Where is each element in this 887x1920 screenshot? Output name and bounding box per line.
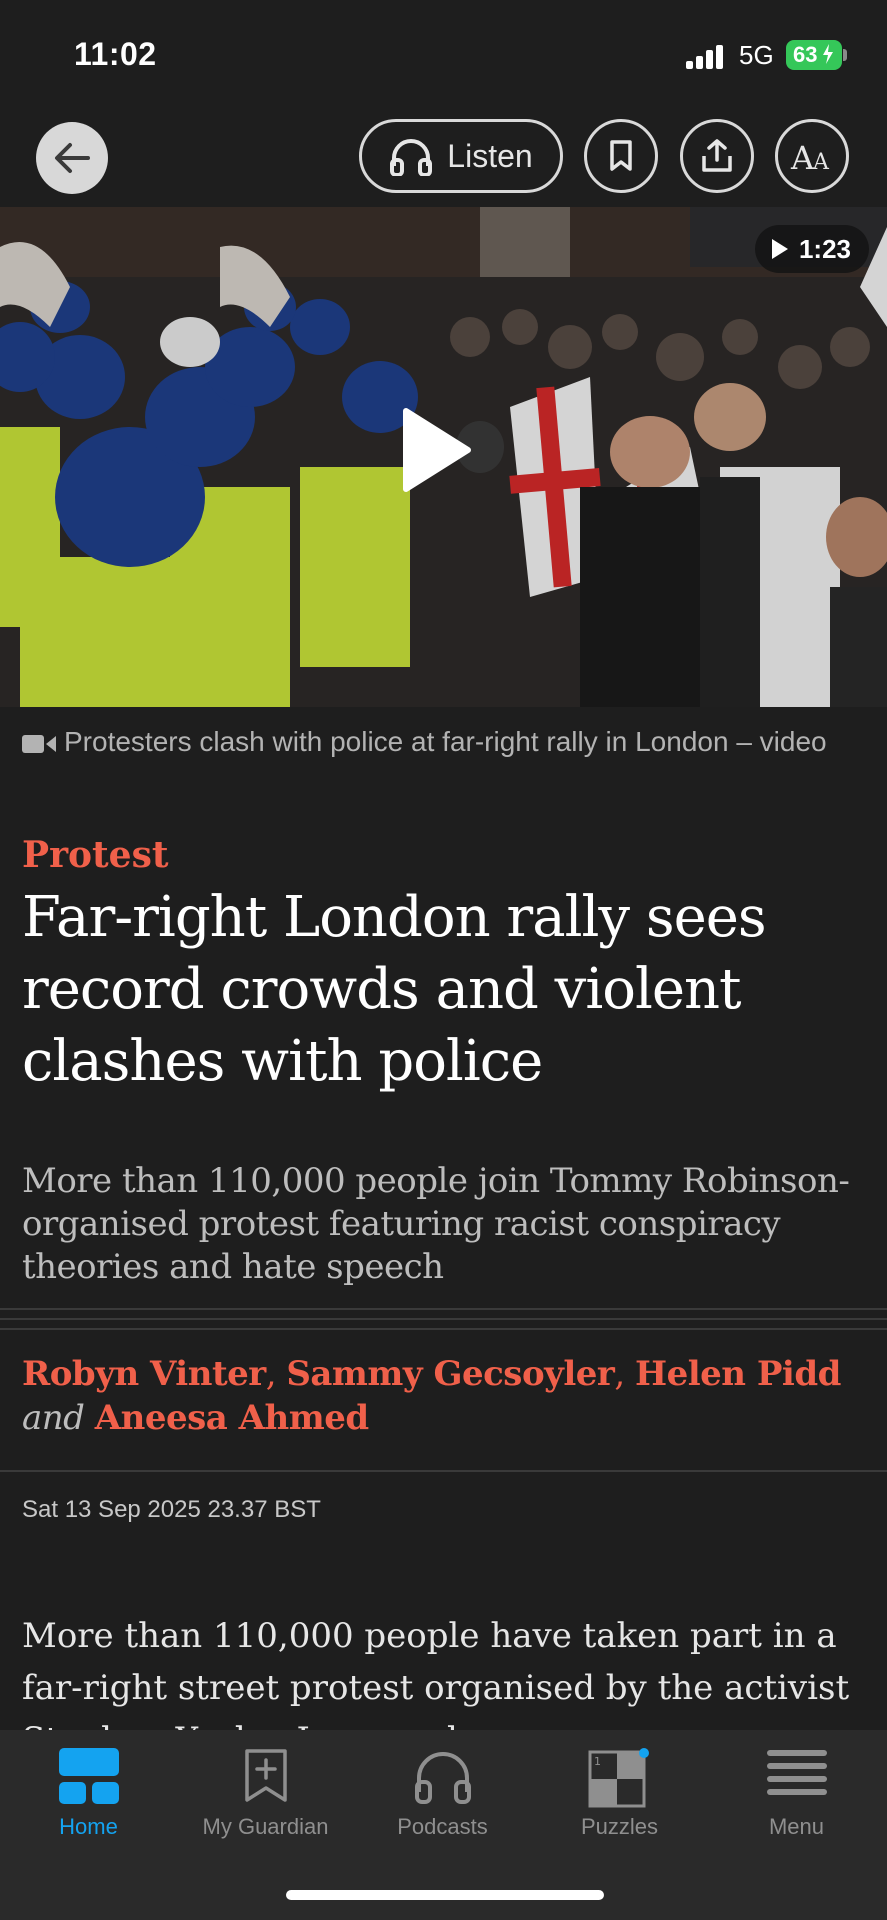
tab-menu[interactable]: Menu: [708, 1730, 885, 1850]
svg-text:1: 1: [594, 1755, 601, 1768]
divider: [0, 1470, 887, 1472]
divider: [0, 1308, 887, 1310]
publish-date: Sat 13 Sep 2025 23.37 BST: [22, 1496, 321, 1523]
tab-home[interactable]: Home: [0, 1730, 177, 1850]
signal-icon: [686, 45, 723, 69]
listen-label: Listen: [447, 137, 533, 174]
text-size-icon: A A: [790, 140, 830, 172]
byline-separator: ,: [614, 1354, 635, 1394]
network-label: 5G: [739, 40, 774, 70]
tab-label: Puzzles: [580, 1814, 659, 1839]
arrow-left-icon: [55, 143, 90, 173]
video-caption: Protesters clash with police at far-righ…: [22, 722, 872, 762]
menu-icon: [766, 1750, 827, 1795]
author-link[interactable]: Helen Pidd: [635, 1354, 841, 1394]
bookmark-icon: [610, 140, 632, 171]
save-button[interactable]: [584, 119, 658, 193]
home-icon: [58, 1748, 119, 1804]
tab-podcasts[interactable]: Podcasts: [354, 1730, 531, 1850]
svg-text:A: A: [812, 150, 830, 172]
home-indicator[interactable]: [286, 1890, 604, 1900]
author-link[interactable]: Sammy Gecsoyler: [286, 1354, 615, 1394]
video-player[interactable]: 1:23: [0, 207, 887, 707]
back-button[interactable]: [36, 122, 108, 194]
divider: [0, 1328, 887, 1330]
video-caption-text: Protesters clash with police at far-righ…: [64, 726, 827, 757]
byline-and: and: [22, 1398, 85, 1438]
video-duration-badge: 1:23: [754, 225, 869, 273]
tab-label: My Guardian: [202, 1814, 329, 1839]
video-camera-icon: [22, 734, 56, 753]
share-button[interactable]: [680, 119, 754, 193]
battery-level: 63: [793, 42, 818, 67]
tab-label: Podcasts: [397, 1814, 488, 1839]
charging-icon: [822, 44, 833, 65]
article-toolbar: Listen A A: [0, 110, 887, 206]
battery-tip: [843, 49, 847, 61]
byline-separator: ,: [265, 1354, 287, 1394]
divider: [0, 1318, 887, 1320]
author-link[interactable]: Robyn Vinter: [22, 1354, 266, 1394]
bookmark-plus-icon: [244, 1749, 287, 1802]
play-small-icon: [771, 239, 788, 259]
status-time: 11:02: [74, 36, 157, 72]
tab-puzzles[interactable]: 1 Puzzles: [531, 1730, 708, 1850]
byline: Robyn Vinter, Sammy Gecsoyler, Helen Pid…: [22, 1352, 872, 1440]
section-kicker[interactable]: Protest: [22, 834, 168, 876]
tab-label: Menu: [768, 1814, 825, 1839]
listen-button[interactable]: Listen: [359, 119, 563, 193]
headphones-icon: [414, 1752, 471, 1804]
author-link[interactable]: Aneesa Ahmed: [95, 1398, 369, 1438]
tab-label: Home: [59, 1814, 118, 1839]
video-duration: 1:23: [798, 233, 851, 264]
article-headline: Far-right London rally sees record crowd…: [22, 885, 767, 1094]
headphones-icon: [390, 139, 433, 176]
battery-icon: 63: [786, 40, 842, 70]
status-bar: 11:02 5G 63: [0, 0, 887, 110]
svg-text:A: A: [790, 140, 815, 172]
play-icon[interactable]: [402, 407, 472, 493]
crossword-icon: 1: [588, 1748, 649, 1808]
text-size-button[interactable]: A A: [775, 119, 849, 193]
article-standfirst: More than 110,000 people join Tommy Robi…: [22, 1161, 850, 1287]
share-icon: [702, 139, 732, 172]
tab-my-guardian[interactable]: My Guardian: [177, 1730, 354, 1850]
